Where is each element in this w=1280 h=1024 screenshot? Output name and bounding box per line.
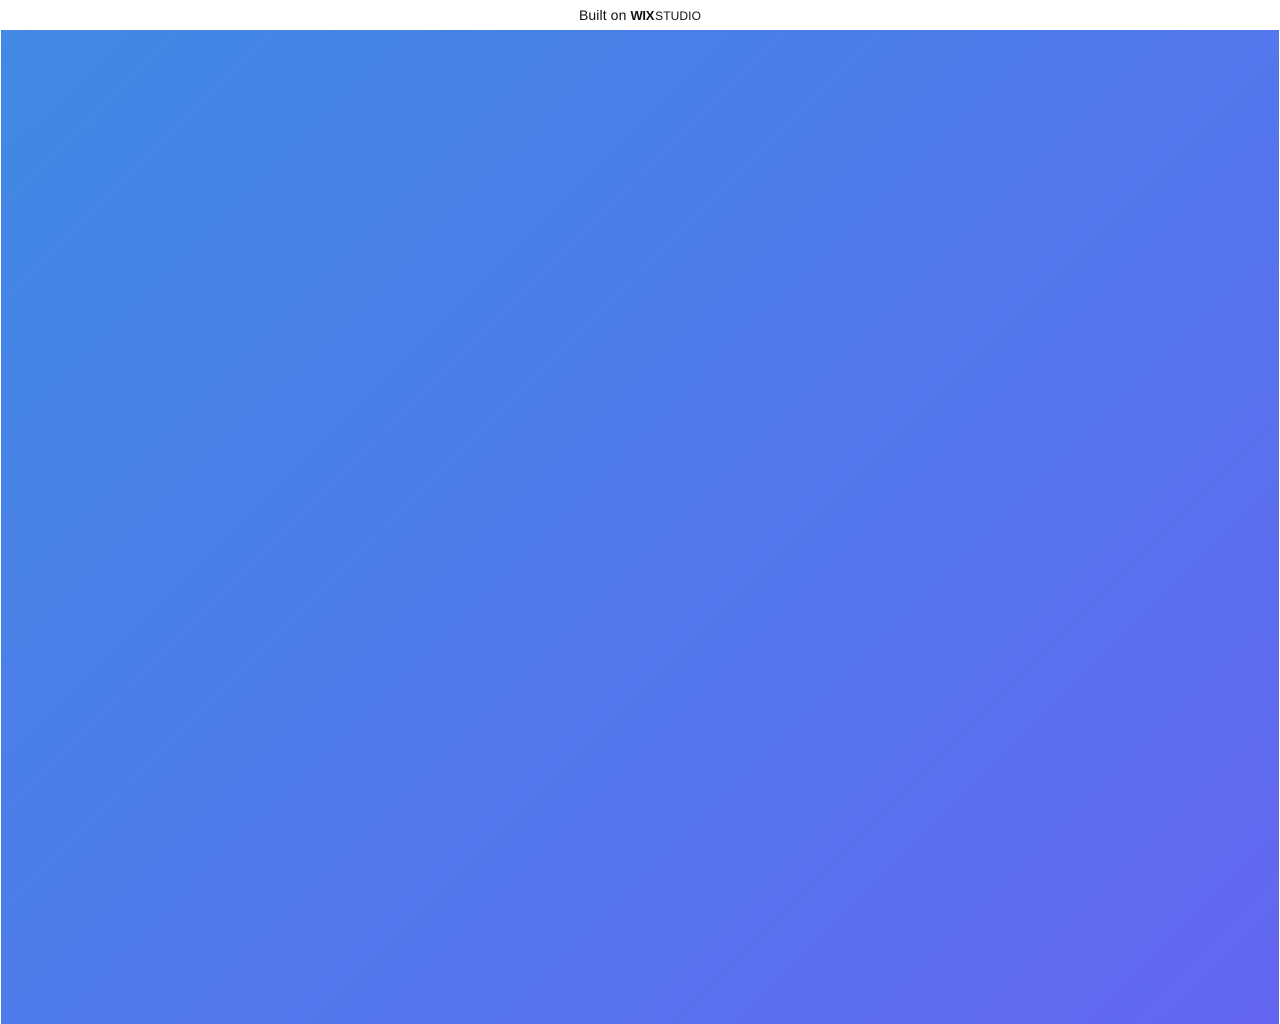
studio-logo-text: STUDIO [655, 9, 702, 23]
wix-studio-logo[interactable]: WIXSTUDIO [630, 8, 701, 22]
wix-logo-text: WIX [630, 8, 655, 23]
built-on-label: Built on [578, 7, 627, 23]
gradient-hero-section [1, 30, 1279, 1024]
banner-content: Built on WIXSTUDIO [579, 8, 701, 22]
built-on-wix-studio-banner[interactable]: Built on WIXSTUDIO [0, 0, 1280, 30]
